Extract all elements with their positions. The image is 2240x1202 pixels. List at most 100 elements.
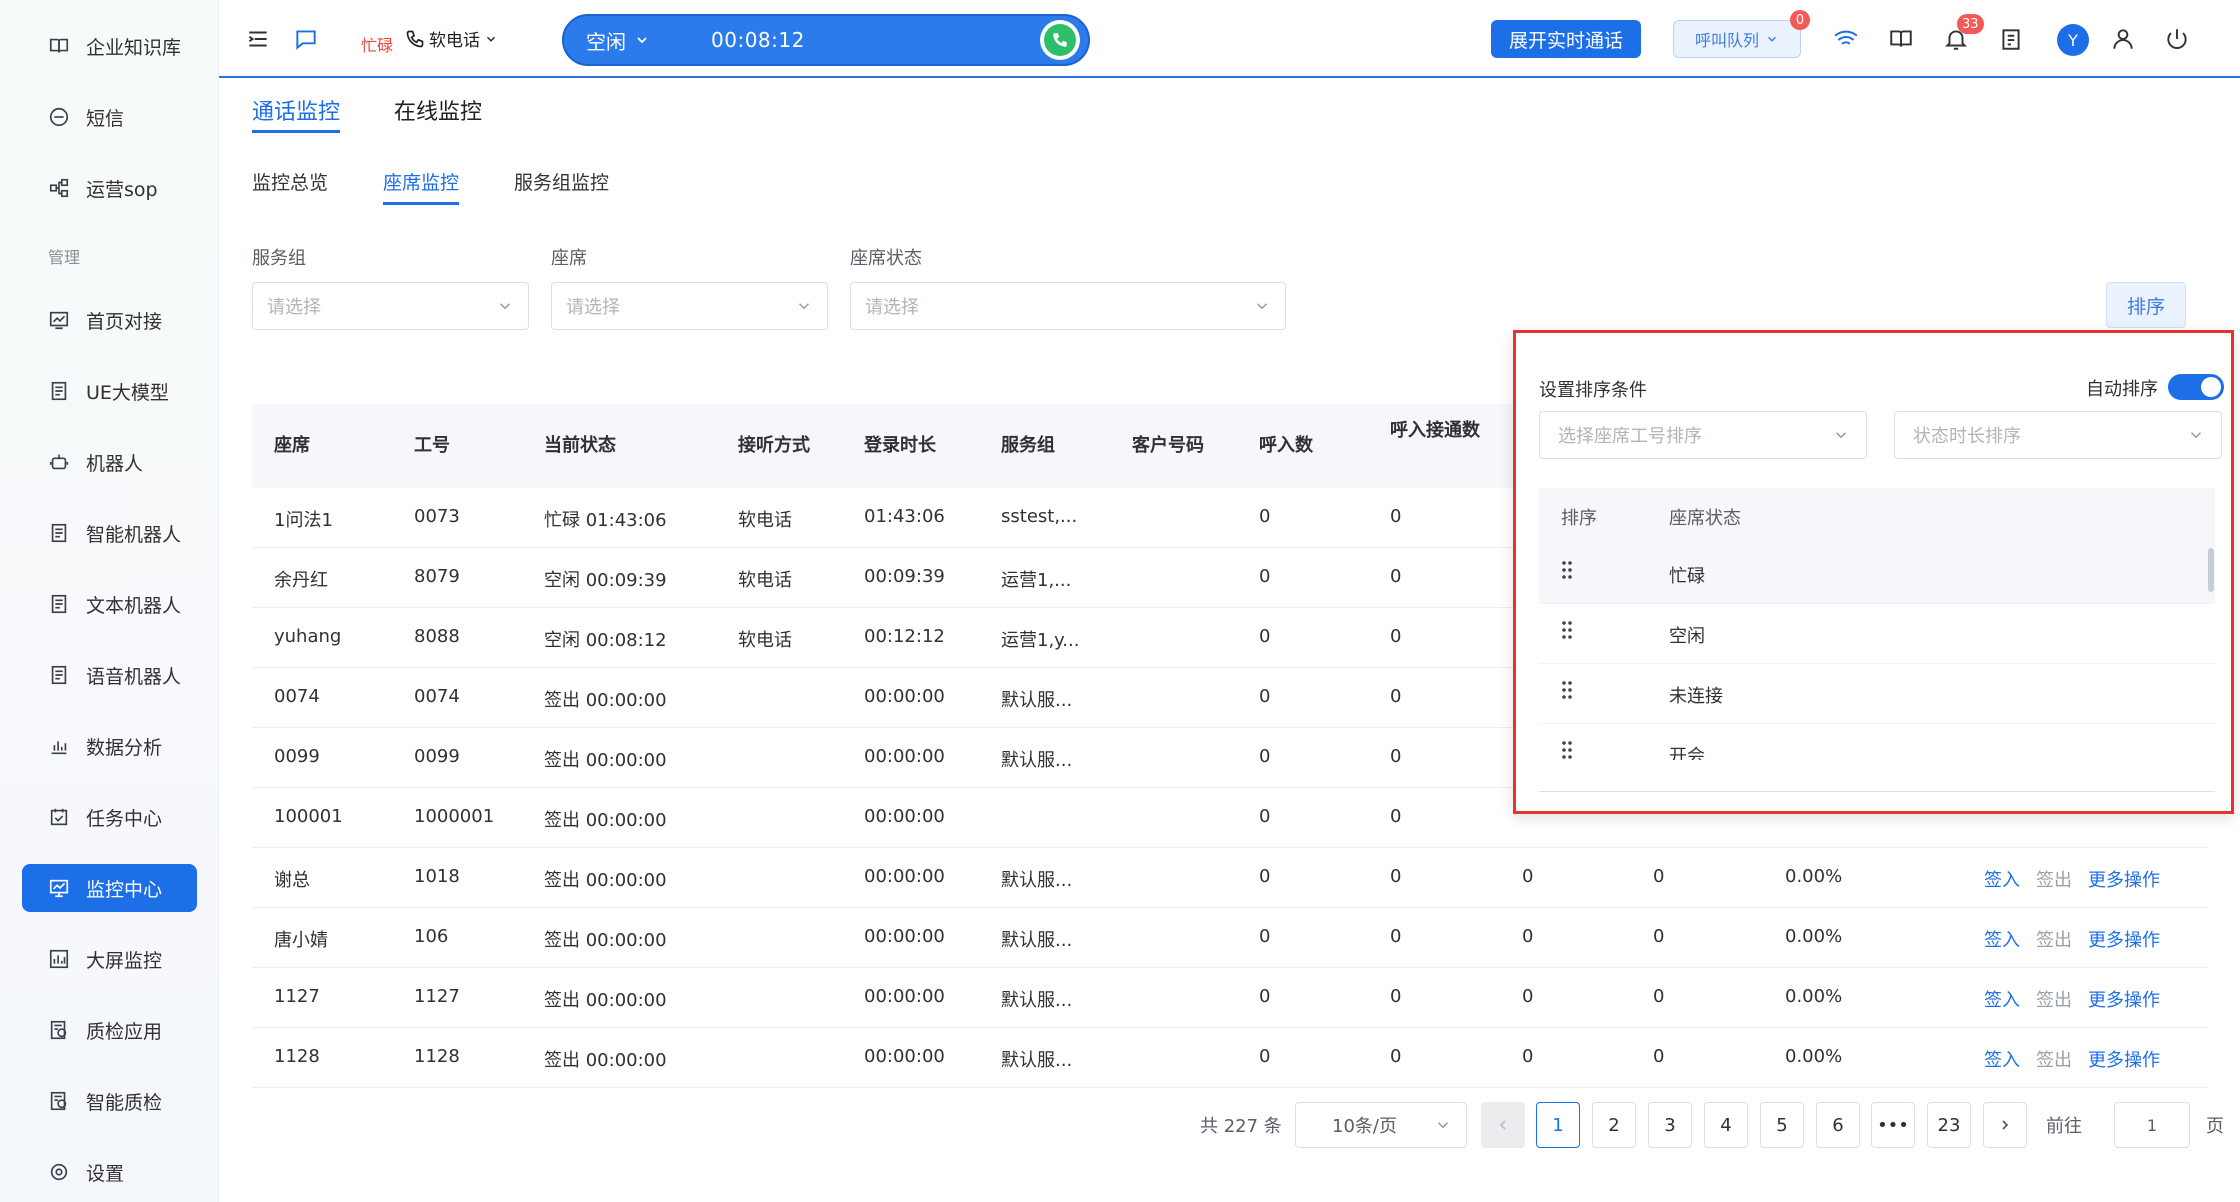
sort-list-scrollbar[interactable] [2208,548,2214,592]
filter-label-agent: 座席 [551,248,587,269]
book-open-icon[interactable] [1886,24,1916,54]
sign-out-link[interactable]: 签出 [2036,926,2072,952]
agent-status-select[interactable]: 空闲 [586,26,650,55]
sign-in-link[interactable]: 签入 [1984,986,2020,1012]
sidebar-item-data-analysis[interactable]: 数据分析 [22,722,197,770]
sort-status-row[interactable]: 开会 [1539,724,2215,760]
page-size-select[interactable]: 10条/页 [1295,1102,1467,1148]
sidebar-item-text-robot[interactable]: 文本机器人 [22,580,197,628]
table-row: 唐小婧 106 签出 00:00:00 00:00:00 默认服... 0 0 0 0 0.00%… [252,908,2208,968]
sign-out-link[interactable]: 签出 [2036,866,2072,892]
clipboard-icon[interactable] [1996,24,2026,54]
page-button[interactable]: 1 [1536,1102,1580,1148]
sign-out-link[interactable]: 签出 [2036,1046,2072,1072]
more-actions-link[interactable]: 更多操作 [2088,926,2160,952]
subtab-group-monitor[interactable]: 服务组监控 [514,168,609,195]
page-button[interactable]: 3 [1648,1102,1692,1148]
chat-icon[interactable] [291,24,321,54]
sign-in-link[interactable]: 签入 [1984,866,2020,892]
cell-col11: 0 [1653,926,1665,947]
page-button[interactable]: 2 [1592,1102,1636,1148]
tab-call-monitor[interactable]: 通话监控 [252,94,340,126]
cell-id: 0074 [414,686,460,707]
call-queue-button[interactable]: 呼叫队列 [1673,20,1801,58]
sidebar-item-smart-robot[interactable]: 智能机器人 [22,509,197,557]
sidebar: 企业知识库 短信 运营sop 管理 首页对接 UE大模型 机器人 智能机器人 文… [0,0,219,1202]
select-placeholder: 状态时长排序 [1913,426,2021,447]
sidebar-item-monitor-center[interactable]: 监控中心 [22,864,197,912]
sort-status-row[interactable]: 忙碌 [1539,544,2215,604]
filter-group-select[interactable]: 请选择 [252,282,529,330]
filter-status-select[interactable]: 请选择 [850,282,1286,330]
more-actions-link[interactable]: 更多操作 [2088,986,2160,1012]
phone-mode-select[interactable]: 软电话 [405,26,498,51]
sidebar-item-qc-app[interactable]: 质检应用 [22,1006,197,1054]
page-button[interactable]: 4 [1704,1102,1748,1148]
more-actions-link[interactable]: 更多操作 [2088,866,2160,892]
sort-status-row[interactable]: 空闲 [1539,604,2215,664]
sidebar-item-label: 企业知识库 [86,36,182,59]
top-bar: 忙碌 软电话 空闲 00:08:12 展开实时通话 呼叫队列 0 33 Y [219,0,2240,78]
cell-col10: 0 [1522,926,1534,947]
sort-status-row[interactable]: 未连接 [1539,664,2215,724]
sidebar-item-sms[interactable]: 短信 [22,93,197,141]
busy-label[interactable]: 忙碌 [361,32,393,56]
power-icon[interactable] [2162,24,2192,54]
cell-status: 签出 00:00:00 [544,930,667,951]
sidebar-item-voice-robot[interactable]: 语音机器人 [22,651,197,699]
page-button[interactable]: 6 [1816,1102,1860,1148]
drag-handle-icon[interactable] [1561,680,1573,700]
avatar[interactable]: Y [2057,24,2089,56]
sms-icon [46,104,72,130]
phone-icon [1044,24,1076,56]
queue-badge: 0 [1790,10,1810,30]
cell-status: 空闲 00:08:12 [544,630,667,651]
cell-col10: 0 [1522,1046,1534,1067]
sidebar-item-home-integration[interactable]: 首页对接 [22,296,197,344]
call-button[interactable] [1040,20,1080,60]
filter-agent-select[interactable]: 请选择 [551,282,828,330]
sidebar-item-ue-model[interactable]: UE大模型 [22,367,197,415]
page-button[interactable]: 23 [1927,1102,1971,1148]
prev-page-button[interactable] [1481,1102,1525,1148]
user-icon[interactable] [2108,24,2138,54]
sidebar-item-knowledge-base[interactable]: 企业知识库 [22,22,197,70]
cell-col10: 0 [1522,866,1534,887]
sidebar-item-robot[interactable]: 机器人 [22,438,197,486]
sidebar-item-smart-qc[interactable]: 智能质检 [22,1077,197,1125]
sidebar-item-settings[interactable]: 设置 [22,1148,197,1196]
subtab-overview[interactable]: 监控总览 [252,168,328,195]
page-ellipsis[interactable]: ••• [1871,1102,1915,1148]
header-login-duration: 登录时长 [864,435,936,456]
sidebar-item-big-screen[interactable]: 大屏监控 [22,935,197,983]
menu-collapse-icon[interactable] [243,24,273,54]
goto-page-input[interactable]: 1 [2114,1102,2190,1148]
status-duration-sort-select[interactable]: 状态时长排序 [1894,411,2222,459]
divider [1539,791,2215,792]
page-button[interactable]: 5 [1760,1102,1804,1148]
cell-col11: 0 [1653,986,1665,1007]
sign-out-link[interactable]: 签出 [2036,986,2072,1012]
doc-icon [46,520,72,546]
more-actions-link[interactable]: 更多操作 [2088,1046,2160,1072]
sidebar-item-task-center[interactable]: 任务中心 [22,793,197,841]
cell-inbound-count: 0 [1259,1046,1271,1067]
cell-status: 签出 00:00:00 [544,990,667,1011]
table-row: 1128 1128 签出 00:00:00 00:00:00 默认服... 0 0 0 0 0.0… [252,1028,2208,1088]
expand-realtime-call-button[interactable]: 展开实时通话 [1491,20,1641,58]
drag-handle-icon[interactable] [1561,560,1573,580]
chevron-down-icon [499,303,511,310]
next-page-button[interactable] [1983,1102,2027,1148]
drag-handle-icon[interactable] [1561,740,1573,760]
agent-id-sort-select[interactable]: 选择座席工号排序 [1539,411,1867,459]
tab-online-monitor[interactable]: 在线监控 [394,94,482,126]
subtab-agent-monitor[interactable]: 座席监控 [383,168,459,195]
auto-sort-toggle[interactable] [2168,374,2224,400]
sign-in-link[interactable]: 签入 [1984,926,2020,952]
sort-status-label: 未连接 [1669,686,1723,707]
drag-handle-icon[interactable] [1561,620,1573,640]
sign-in-link[interactable]: 签入 [1984,1046,2020,1072]
sort-button[interactable]: 排序 [2106,282,2186,328]
sidebar-item-sop[interactable]: 运营sop [22,164,197,212]
cell-agent: 唐小婧 [274,930,328,951]
